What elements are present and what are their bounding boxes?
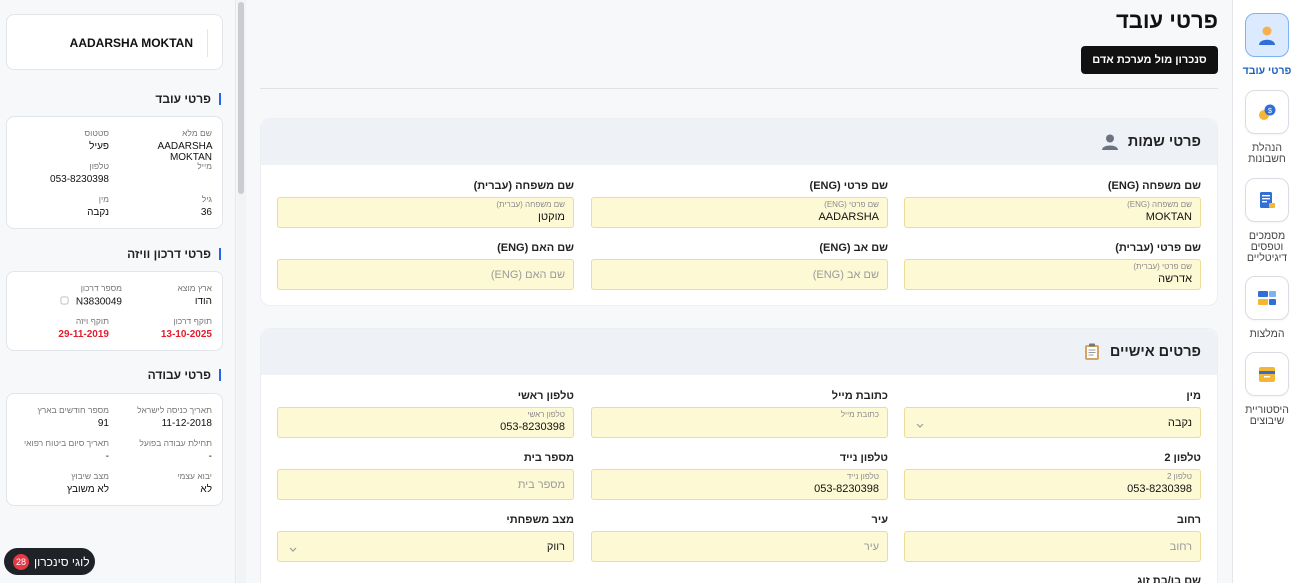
names-section-header: פרטי שמות [261, 119, 1217, 165]
person-silhouette-icon [1101, 133, 1119, 151]
street-field: רחוב רחוב [904, 514, 1201, 562]
main-phone-input[interactable]: טלפון ראשי 053-8230398 [277, 407, 574, 438]
summary-full-name: שם מלא AADARSHA MOKTAN [157, 128, 212, 163]
nav-item-documents[interactable]: מסמכים וטפסים דיגיטליים [1239, 178, 1295, 264]
marital-status-field: מצב משפחתי רווק [277, 514, 574, 562]
summary-insurance-end: תאריך סיום ביטוח רפואי - [23, 438, 109, 462]
summary-gender: מין נקבה [87, 194, 109, 218]
nav-item-employee-details[interactable]: פרטי עובד [1239, 13, 1295, 77]
summary-passport-expiry: תוקף דרכון 13-10-2025 [160, 316, 212, 340]
name-card-divider [207, 29, 208, 57]
nav-item-recommendations[interactable]: המלצות [1239, 276, 1295, 340]
phone2-field: טלפון 2 טלפון 2 053-8230398 [904, 452, 1201, 500]
gender-select[interactable]: נקבה [904, 407, 1201, 438]
father-name-field: שם אב (ENG) שם אב (ENG) [591, 242, 888, 290]
work-card: תאריך כניסה לישראל 11-12-2018 מספר חודשי… [6, 393, 223, 506]
summary-months: מספר חודשים בארץ 91 [37, 405, 109, 429]
employee-name: AADARSHA MOKTAN [69, 36, 193, 50]
chevron-down-icon [288, 541, 298, 559]
names-section-title: פרטי שמות [1127, 134, 1201, 150]
first-name-eng-field: שם פרטי (ENG) שם פרטי (ENG) AADARSHA [591, 180, 888, 228]
summary-scrollbar[interactable] [238, 2, 244, 194]
nav-item-placement-history[interactable]: היסטוריית שיבוצים [1239, 352, 1295, 427]
page-title: פרטי עובד [1115, 8, 1218, 33]
personal-section-header: פרטים אישיים [261, 329, 1217, 375]
passport-heading: פרטי דרכון וויזה [127, 248, 221, 260]
summary-visa-expiry: תוקף ויזה 29-11-2019 [58, 316, 109, 340]
sync-log-count: 28 [13, 553, 29, 570]
coins-icon: $ [1245, 90, 1289, 134]
summary-panel: AADARSHA MOKTAN פרטי עובד שם מלא AADARSH… [0, 0, 236, 583]
employee-name-card: AADARSHA MOKTAN [6, 14, 223, 70]
first-name-eng-input[interactable]: שם פרטי (ENG) AADARSHA [591, 197, 888, 228]
employee-summary-heading: פרטי עובד [155, 93, 221, 105]
last-name-eng-field: שם משפחה (ENG) שם משפחה (ENG) MOKTAN [904, 180, 1201, 228]
marital-status-select[interactable]: רווק [277, 531, 574, 562]
mobile-field: טלפון נייד טלפון נייד 053-8230398 [591, 452, 888, 500]
clipboard-icon [1083, 343, 1101, 361]
first-name-heb-field: שם פרטי (עברית) שם פרטי (עברית) אדרשה [904, 242, 1201, 290]
summary-placement: מצב שיבוץ לא משובץ [66, 471, 109, 495]
passport-number: N3830049 [75, 296, 122, 308]
sync-log-label: לוגי סינכרון [34, 554, 90, 569]
mother-name-input[interactable]: שם האם (ENG) [277, 259, 574, 290]
right-navigation: פרטי עובד $ הנהלת חשבונות מסמכים וטפסים … [1232, 0, 1300, 583]
city-input[interactable]: עיר [591, 531, 888, 562]
email-input[interactable]: כתובת מייל [591, 407, 888, 438]
person-icon [1245, 13, 1289, 57]
svg-text:$: $ [1268, 108, 1272, 115]
street-input[interactable]: רחוב [904, 531, 1201, 562]
summary-email: מייל [197, 161, 212, 171]
chevron-down-icon [915, 417, 925, 435]
passport-card: ארץ מוצא הודו מספר דרכון N3830049 תוקף ד… [6, 271, 223, 351]
mother-name-field: שם האם (ENG) שם האם (ENG) [277, 242, 574, 290]
last-name-heb-field: שם משפחה (עברית) שם משפחה (עברית) מוקטן [277, 180, 574, 228]
archive-box-icon [1245, 352, 1289, 396]
work-heading: פרטי עבודה [148, 369, 221, 381]
city-field: עיר עיר [591, 514, 888, 562]
summary-self-import: יבוא עצמי לא [177, 471, 212, 495]
house-number-input[interactable]: מספר בית [277, 469, 574, 500]
sync-log-button[interactable]: 28 לוגי סינכרון [4, 548, 95, 575]
spouse-name-field: שם בן/בת זוג [1137, 575, 1201, 583]
last-name-eng-input[interactable]: שם משפחה (ENG) MOKTAN [904, 197, 1201, 228]
employee-summary-card: שם מלא AADARSHA MOKTAN סטטוס פעיל מייל ט… [6, 116, 223, 229]
summary-country: ארץ מוצא הודו [177, 283, 212, 307]
father-name-input[interactable]: שם אב (ENG) [591, 259, 888, 290]
main-phone-field: טלפון ראשי טלפון ראשי 053-8230398 [277, 390, 574, 438]
cards-icon [1245, 276, 1289, 320]
gender-field: מין נקבה [904, 390, 1201, 438]
sync-hr-button[interactable]: סנכרון מול מערכת אדם [1081, 46, 1218, 74]
house-number-field: מספר בית מספר בית [277, 452, 574, 500]
document-icon [1245, 178, 1289, 222]
first-name-heb-input[interactable]: שם פרטי (עברית) אדרשה [904, 259, 1201, 290]
summary-phone: טלפון 053-8230398 [50, 161, 109, 185]
email-field: כתובת מייל כתובת מייל [591, 390, 888, 438]
names-section: פרטי שמות שם משפחה (ENG) שם משפחה (ENG) … [260, 118, 1218, 306]
header-divider [260, 88, 1218, 89]
summary-entry-date: תאריך כניסה לישראל 11-12-2018 [137, 405, 212, 429]
mobile-input[interactable]: טלפון נייד 053-8230398 [591, 469, 888, 500]
main-content: פרטי עובד סנכרון מול מערכת אדם פרטי שמות… [247, 0, 1232, 583]
summary-age: גיל 36 [200, 194, 212, 218]
phone2-input[interactable]: טלפון 2 053-8230398 [904, 469, 1201, 500]
summary-status: סטטוס פעיל [84, 128, 109, 152]
last-name-heb-input[interactable]: שם משפחה (עברית) מוקטן [277, 197, 574, 228]
copy-icon[interactable] [60, 296, 69, 308]
app-root: AADARSHA MOKTAN פרטי עובד שם מלא AADARSH… [0, 0, 1300, 583]
personal-section-title: פרטים אישיים [1109, 344, 1201, 360]
summary-passport-number: מספר דרכון N3830049 [19, 283, 122, 308]
nav-item-accounting[interactable]: $ הנהלת חשבונות [1239, 90, 1295, 165]
personal-section: פרטים אישיים מין נקבה כתובת מייל כתובת מ… [260, 328, 1218, 583]
summary-work-start: תחילת עבודה בפועל - [139, 438, 212, 462]
